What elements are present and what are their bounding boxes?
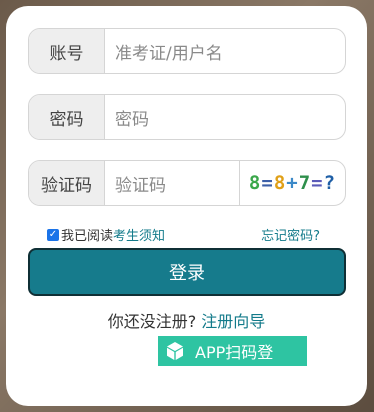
captcha-image[interactable]: 8 = 8 + 7 = ? bbox=[239, 161, 345, 205]
forgot-password-link[interactable]: 忘记密码? bbox=[261, 225, 320, 244]
captcha-char: 8 bbox=[273, 172, 287, 194]
captcha-char: 7 bbox=[298, 172, 312, 194]
app-scan-login-button[interactable]: APP扫码登 bbox=[158, 336, 307, 366]
login-card: 账号 准考证/用户名 密码 密码 验证码 验证码 8 = 8 + 7 = ? ✓… bbox=[6, 6, 367, 406]
agree-terms: ✓ 我已阅读 考生须知 bbox=[47, 225, 165, 244]
account-input[interactable]: 准考证/用户名 bbox=[105, 29, 345, 73]
agree-checkbox[interactable]: ✓ bbox=[47, 228, 59, 241]
password-input[interactable]: 密码 bbox=[105, 95, 345, 139]
captcha-char: 8 bbox=[248, 172, 262, 194]
password-label: 密码 bbox=[29, 95, 105, 139]
account-field: 账号 准考证/用户名 bbox=[28, 28, 346, 74]
cube-icon bbox=[167, 342, 183, 360]
account-label: 账号 bbox=[29, 29, 105, 73]
captcha-char: = bbox=[261, 172, 274, 194]
captcha-label: 验证码 bbox=[29, 161, 105, 205]
login-button[interactable]: 登录 bbox=[28, 248, 346, 296]
captcha-char: ? bbox=[323, 172, 337, 194]
password-field: 密码 密码 bbox=[28, 94, 346, 140]
agree-text: 我已阅读 bbox=[61, 229, 114, 244]
register-guide-link[interactable]: 注册向导 bbox=[201, 312, 265, 331]
captcha-char: + bbox=[286, 172, 299, 194]
captcha-input[interactable]: 验证码 bbox=[105, 161, 239, 205]
register-prompt: 你还没注册? 注册向导 bbox=[6, 308, 367, 332]
terms-link[interactable]: 考生须知 bbox=[113, 225, 165, 244]
captcha-field: 验证码 验证码 8 = 8 + 7 = ? bbox=[28, 160, 346, 206]
register-text: 你还没注册? bbox=[107, 312, 197, 331]
captcha-char: = bbox=[311, 172, 324, 194]
app-button-label: APP扫码登 bbox=[195, 343, 274, 362]
